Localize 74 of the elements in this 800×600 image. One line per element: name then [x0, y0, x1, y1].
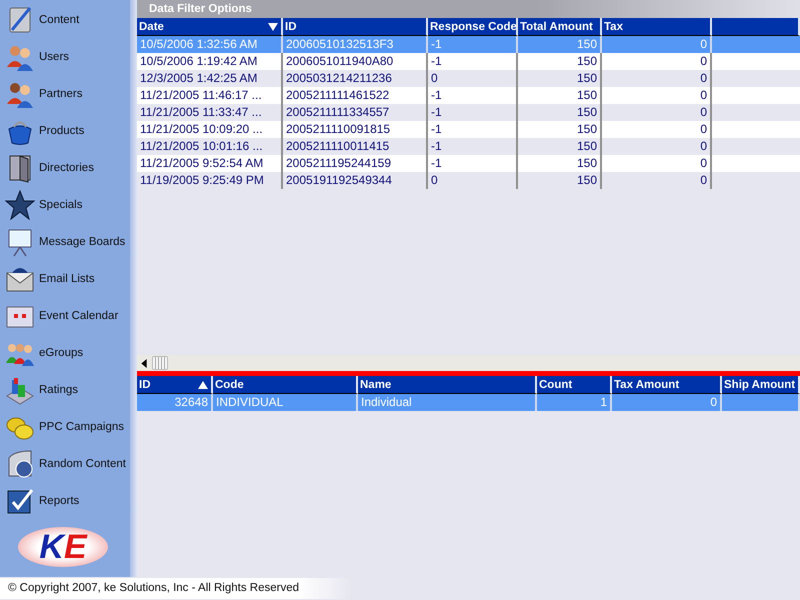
sidebar-item[interactable]: Specials: [0, 186, 130, 223]
table-cell: 0: [700, 88, 707, 102]
table-row[interactable]: 11/21/2005 9:52:54 AM 2005211195244159 -1 150 0: [137, 155, 800, 172]
table-cell: 32648: [174, 395, 208, 409]
scrollbar-thumb[interactable]: [152, 356, 168, 370]
table-cell: 0: [700, 37, 707, 51]
table-cell: -1: [431, 88, 442, 102]
table-cell: 150: [576, 122, 597, 136]
table-cell: 0: [700, 122, 707, 136]
table-cell: 150: [576, 37, 597, 51]
table-cell: 11/21/2005 10:09:20 ...: [140, 122, 263, 136]
panel-title: Data Filter Options: [137, 0, 800, 18]
table-cell: INDIVIDUAL: [216, 395, 284, 409]
sidebar-item[interactable]: Ratings: [0, 371, 130, 408]
table-cell: -1: [431, 37, 442, 51]
table-cell: 10/5/2006 1:32:56 AM: [140, 37, 258, 51]
table-cell: 2006051011940A80: [286, 54, 394, 68]
logo: KE: [18, 527, 108, 567]
sidebar-item[interactable]: Partners: [0, 75, 130, 112]
table-cell: 150: [576, 71, 597, 85]
table-cell: 2005191192549344: [286, 173, 392, 187]
table-cell: 11/19/2005 9:25:49 PM: [140, 173, 264, 187]
table-cell: 150: [576, 156, 597, 170]
table-cell: 11/21/2005 11:33:47 ...: [140, 105, 262, 119]
table-cell: 2005211111334557: [286, 105, 390, 119]
table-cell: Individual: [361, 395, 412, 409]
table-cell: 150: [576, 54, 597, 68]
table-row[interactable]: 11/21/2005 11:46:17 ... 2005211111461522 -1 150 0: [137, 87, 800, 104]
table-cell: 12/3/2005 1:42:25 AM: [140, 71, 258, 85]
sidebar-item[interactable]: Users: [0, 38, 130, 75]
table-cell: 2005211195244159: [286, 156, 391, 170]
table-cell: -1: [431, 139, 442, 153]
table-cell: 11/21/2005 9:52:54 AM: [140, 156, 264, 170]
table-cell: 0: [700, 139, 707, 153]
table-cell: 0: [431, 173, 438, 187]
sidebar-item[interactable]: Content: [0, 1, 130, 38]
sidebar-item[interactable]: Random Content: [0, 445, 130, 482]
table-cell: 0: [431, 71, 438, 85]
table-cell: 150: [576, 105, 597, 119]
table-cell: 2005211110011415: [286, 139, 390, 153]
star-icon: [4, 188, 36, 220]
table-cell: 20060510132513F3: [286, 37, 394, 51]
table-cell: 10/5/2006 1:19:42 AM: [140, 54, 258, 68]
sidebar-item[interactable]: Products: [0, 112, 130, 149]
table-cell: 11/21/2005 10:01:16 ...: [140, 139, 263, 153]
table-cell: 150: [576, 173, 597, 187]
table-cell: 150: [576, 88, 597, 102]
table-cell: 0: [700, 105, 707, 119]
table-row[interactable]: 11/21/2005 10:09:20 ... 2005211110091815 -1 150 0: [137, 121, 800, 138]
table-cell: 1: [600, 395, 607, 409]
table-row[interactable]: 10/5/2006 1:19:42 AM 2006051011940A80 -1 150 0: [137, 53, 800, 70]
table-cell: 0: [710, 395, 717, 409]
table-cell: -1: [431, 122, 442, 136]
table-cell: 0: [700, 173, 707, 187]
sidebar-item[interactable]: Reports: [0, 482, 130, 519]
table-cell: 2005211110091815: [286, 122, 390, 136]
table-cell: 150: [576, 139, 597, 153]
table-cell: 2005031214211236: [286, 71, 392, 85]
table-cell: 2005211111461522: [286, 88, 390, 102]
sidebar-item[interactable]: eGroups: [0, 334, 130, 371]
sidebar-item[interactable]: PPC Campaigns: [0, 408, 130, 445]
table-cell: 0: [700, 156, 707, 170]
sidebar-item[interactable]: Message Boards: [0, 223, 130, 260]
table-cell: 0: [700, 71, 707, 85]
scroll-left-icon[interactable]: [141, 358, 147, 368]
horizontal-scrollbar[interactable]: [137, 355, 800, 371]
sidebar-item[interactable]: Event Calendar: [0, 297, 130, 334]
sidebar-item[interactable]: Email Lists: [0, 260, 130, 297]
table-cell: -1: [431, 156, 442, 170]
table-cell: 0: [700, 54, 707, 68]
table-cell: 11/21/2005 11:46:17 ...: [140, 88, 262, 102]
table-cell: -1: [431, 105, 442, 119]
sidebar-item[interactable]: Directories: [0, 149, 130, 186]
table-cell: -1: [431, 54, 442, 68]
